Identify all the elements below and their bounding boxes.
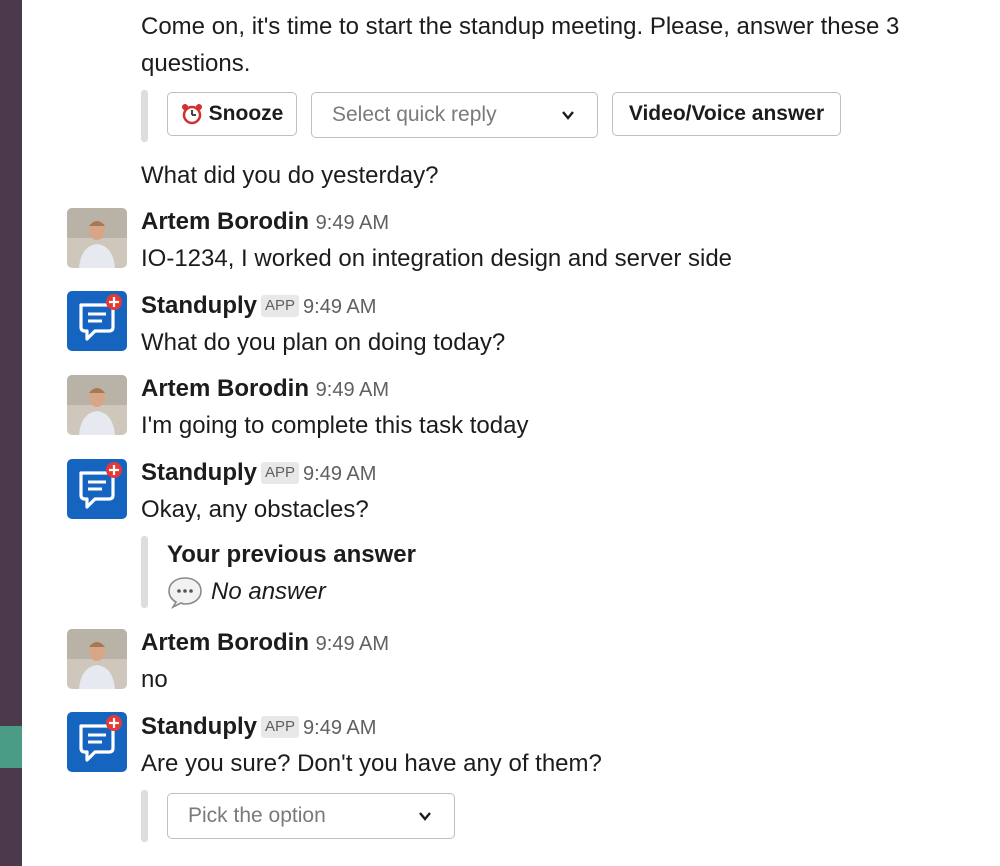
chevron-down-icon	[562, 111, 574, 120]
message-text: no	[141, 666, 168, 693]
message-text: What do you plan on doing today?	[141, 329, 506, 356]
message-text: Are you sure? Don't you have any of them…	[141, 750, 602, 777]
message-header: Artem Borodin 9:49 AM	[141, 206, 389, 239]
attachment-bar	[141, 90, 148, 142]
message-text: IO-1234, I worked on integration design …	[141, 245, 733, 272]
timestamp[interactable]: 9:49 AM	[316, 212, 389, 234]
snooze-button[interactable]: Snooze	[167, 92, 297, 136]
message-header: Standuply APP 9:49 AM	[141, 457, 376, 490]
message-text: Okay, any obstacles?	[141, 496, 369, 523]
alarm-clock-icon	[181, 103, 203, 125]
snooze-label: Snooze	[208, 102, 284, 125]
author-name[interactable]: Standuply	[141, 713, 257, 740]
previous-answer-value: No answer	[167, 573, 326, 610]
video-voice-answer-button[interactable]: Video/Voice answer	[612, 92, 841, 136]
standuply-app-icon[interactable]	[67, 291, 127, 351]
quick-reply-placeholder: Select quick reply	[332, 103, 497, 126]
standuply-app-icon[interactable]	[67, 459, 127, 519]
app-badge: APP	[261, 295, 300, 317]
message-header: Artem Borodin 9:49 AM	[141, 373, 389, 406]
quick-reply-select[interactable]: Select quick reply	[311, 92, 598, 138]
timestamp[interactable]: 9:49 AM	[303, 717, 376, 739]
question-yesterday: What did you do yesterday?	[141, 162, 439, 189]
standuply-app-icon[interactable]	[67, 712, 127, 772]
timestamp[interactable]: 9:49 AM	[316, 379, 389, 401]
timestamp[interactable]: 9:49 AM	[303, 296, 376, 318]
message-text: I'm going to complete this task today	[141, 412, 529, 439]
avatar[interactable]	[67, 208, 127, 268]
attachment-bar	[141, 790, 148, 842]
message-header: Standuply APP 9:49 AM	[141, 290, 376, 323]
app-badge: APP	[261, 462, 300, 484]
timestamp[interactable]: 9:49 AM	[303, 463, 376, 485]
message-header: Standuply APP 9:49 AM	[141, 711, 376, 744]
chevron-down-icon	[419, 812, 431, 821]
avatar[interactable]	[67, 629, 127, 689]
message-header: Artem Borodin 9:49 AM	[141, 627, 389, 660]
intro-message: Come on, it's time to start the standup …	[141, 13, 900, 77]
author-name[interactable]: Standuply	[141, 459, 257, 486]
timestamp[interactable]: 9:49 AM	[316, 633, 389, 655]
previous-answer-title: Your previous answer	[167, 541, 416, 568]
pick-option-placeholder: Pick the option	[188, 804, 326, 827]
pick-option-select[interactable]: Pick the option	[167, 793, 455, 839]
speech-bubble-icon	[167, 575, 203, 609]
author-name[interactable]: Artem Borodin	[141, 629, 309, 656]
author-name[interactable]: Artem Borodin	[141, 208, 309, 235]
author-name[interactable]: Artem Borodin	[141, 375, 309, 402]
previous-answer-text: No answer	[211, 578, 326, 605]
attachment-bar	[141, 536, 148, 608]
app-badge: APP	[261, 716, 300, 738]
avatar[interactable]	[67, 375, 127, 435]
author-name[interactable]: Standuply	[141, 292, 257, 319]
sidebar-active-item[interactable]	[0, 726, 22, 768]
video-voice-label: Video/Voice answer	[628, 102, 825, 125]
